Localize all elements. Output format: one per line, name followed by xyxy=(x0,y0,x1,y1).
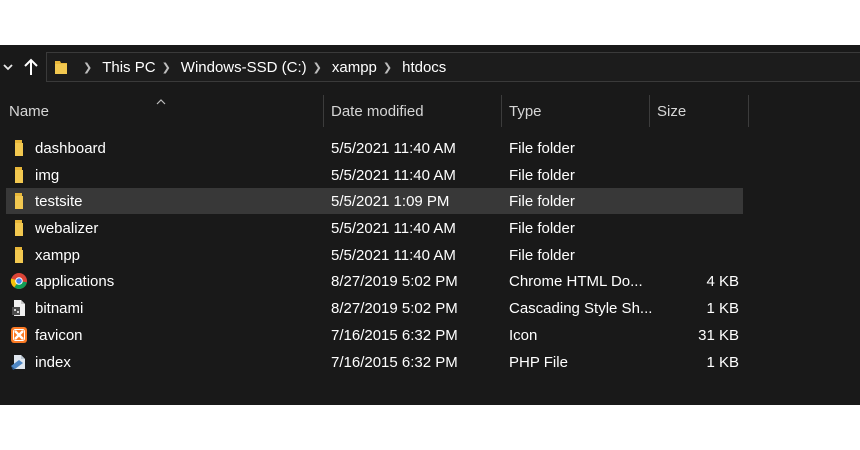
breadcrumb-this-pc[interactable]: This PC xyxy=(102,59,155,76)
column-divider[interactable] xyxy=(501,95,502,127)
folder-icon xyxy=(10,192,28,210)
address-bar[interactable]: ❯ This PC ❯ Windows-SSD (C:) ❯ xampp ❯ h… xyxy=(46,52,860,82)
file-name: testsite xyxy=(35,193,83,210)
column-header: Name Date modified Type Size xyxy=(0,93,860,127)
css-file-icon xyxy=(10,299,28,317)
up-arrow-icon[interactable] xyxy=(22,57,40,77)
file-date: 7/16/2015 6:32 PM xyxy=(331,354,458,371)
folder-icon xyxy=(10,219,28,237)
file-date: 5/5/2021 11:40 AM xyxy=(331,220,456,237)
file-date: 5/5/2021 11:40 AM xyxy=(331,167,456,184)
navigation-bar: ❯ This PC ❯ Windows-SSD (C:) ❯ xampp ❯ h… xyxy=(0,45,860,90)
table-row-selected[interactable]: testsite 5/5/2021 1:09 PM File folder xyxy=(6,188,743,214)
file-type: Icon xyxy=(509,327,538,344)
breadcrumb-xampp[interactable]: xampp xyxy=(332,59,377,76)
sort-ascending-icon xyxy=(156,93,166,105)
folder-icon xyxy=(10,139,28,157)
file-type: PHP File xyxy=(509,354,568,371)
file-date: 7/16/2015 6:32 PM xyxy=(331,327,458,344)
file-size: 1 KB xyxy=(706,300,739,317)
xampp-icon xyxy=(10,326,28,344)
file-date: 5/5/2021 1:09 PM xyxy=(331,193,450,210)
chevron-right-icon[interactable]: ❯ xyxy=(383,61,392,74)
recent-locations-chevron-icon[interactable] xyxy=(2,59,14,75)
table-row[interactable]: xampp 5/5/2021 11:40 AM File folder xyxy=(6,242,743,268)
column-divider[interactable] xyxy=(323,95,324,127)
chevron-right-icon[interactable]: ❯ xyxy=(83,61,92,74)
file-date: 8/27/2019 5:02 PM xyxy=(331,273,458,290)
file-name: dashboard xyxy=(35,140,106,157)
file-name: webalizer xyxy=(35,220,99,237)
breadcrumb: ❯ This PC ❯ Windows-SSD (C:) ❯ xampp ❯ h… xyxy=(53,53,446,81)
chevron-right-icon[interactable]: ❯ xyxy=(162,61,171,74)
folder-icon xyxy=(53,59,69,75)
breadcrumb-drive[interactable]: Windows-SSD (C:) xyxy=(181,59,307,76)
breadcrumb-htdocs[interactable]: htdocs xyxy=(402,59,446,76)
table-row[interactable]: applications 8/27/2019 5:02 PM Chrome HT… xyxy=(6,268,743,294)
file-type: File folder xyxy=(509,247,575,264)
file-name: index xyxy=(35,354,71,371)
file-size: 31 KB xyxy=(698,327,739,344)
file-type: File folder xyxy=(509,167,575,184)
column-type-header[interactable]: Type xyxy=(509,103,542,120)
file-name: img xyxy=(35,167,60,184)
column-divider[interactable] xyxy=(649,95,650,127)
folder-icon xyxy=(10,246,28,264)
column-size-header[interactable]: Size xyxy=(657,103,686,120)
file-date: 5/5/2021 11:40 AM xyxy=(331,247,456,264)
table-row[interactable]: index 7/16/2015 6:32 PM PHP File 1 KB xyxy=(6,349,743,375)
file-size: 1 KB xyxy=(706,354,739,371)
table-row[interactable]: dashboard 5/5/2021 11:40 AM File folder xyxy=(6,135,743,161)
php-file-icon xyxy=(10,353,28,371)
file-explorer-window: ❯ This PC ❯ Windows-SSD (C:) ❯ xampp ❯ h… xyxy=(0,45,860,405)
file-name: xampp xyxy=(35,247,81,264)
file-size: 4 KB xyxy=(706,273,739,290)
column-name-header[interactable]: Name xyxy=(9,103,49,120)
folder-icon xyxy=(10,166,28,184)
file-type: Chrome HTML Do... xyxy=(509,273,643,290)
column-date-header[interactable]: Date modified xyxy=(331,103,424,120)
file-date: 8/27/2019 5:02 PM xyxy=(331,300,458,317)
table-row[interactable]: favicon 7/16/2015 6:32 PM Icon 31 KB xyxy=(6,322,743,348)
file-type: File folder xyxy=(509,193,575,210)
column-divider[interactable] xyxy=(748,95,749,127)
file-type: Cascading Style Sh... xyxy=(509,300,653,317)
table-row[interactable]: img 5/5/2021 11:40 AM File folder xyxy=(6,162,743,188)
file-date: 5/5/2021 11:40 AM xyxy=(331,140,456,157)
table-row[interactable]: webalizer 5/5/2021 11:40 AM File folder xyxy=(6,215,743,241)
table-row[interactable]: bitnami 8/27/2019 5:02 PM Cascading Styl… xyxy=(6,295,743,321)
file-type: File folder xyxy=(509,220,575,237)
file-name: favicon xyxy=(35,327,83,344)
file-name: applications xyxy=(35,273,115,290)
chevron-right-icon[interactable]: ❯ xyxy=(313,61,322,74)
chrome-icon xyxy=(10,272,28,290)
file-type: File folder xyxy=(509,140,575,157)
file-name: bitnami xyxy=(35,300,84,317)
